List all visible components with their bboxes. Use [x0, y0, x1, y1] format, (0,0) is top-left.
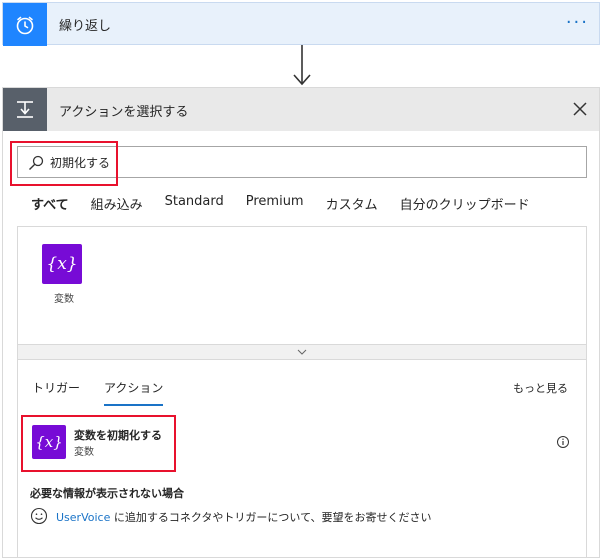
result-type-tabs: トリガー アクション [32, 379, 187, 406]
see-more-link[interactable]: もっと見る [513, 380, 568, 396]
search-icon [29, 155, 44, 170]
tab-standard[interactable]: Standard [165, 194, 224, 216]
help-text-body: に追加するコネクタやトリガーについて、要望をお寄せください [110, 511, 432, 524]
connector-variable[interactable]: {x} 変数 [42, 244, 86, 305]
collapse-toggle[interactable] [17, 344, 587, 360]
trigger-card[interactable]: 繰り返し ··· [2, 2, 600, 46]
info-icon[interactable] [556, 435, 570, 449]
tab-premium[interactable]: Premium [246, 194, 304, 216]
search-input[interactable] [50, 152, 570, 172]
smiley-icon [30, 507, 48, 525]
trigger-title: 繰り返し [59, 19, 112, 34]
tab-my-clipboard[interactable]: 自分のクリップボード [400, 194, 530, 216]
down-arrow-icon [292, 45, 312, 87]
variable-icon: {x} [42, 244, 82, 284]
tab-custom[interactable]: カスタム [326, 194, 378, 216]
connector-label: 変数 [54, 294, 74, 305]
search-box [17, 146, 587, 178]
variable-icon: {x} [32, 425, 66, 459]
results-panel: トリガー アクション もっと見る {x} 変数を初期化する 変数 必要な情報が表… [17, 360, 587, 558]
close-icon [573, 102, 587, 116]
more-options-button[interactable]: ··· [566, 12, 589, 33]
help-text: UserVoice に追加するコネクタやトリガーについて、要望をお寄せください [56, 509, 432, 525]
category-tabs: すべて 組み込み Standard Premium カスタム 自分のクリップボー… [31, 194, 552, 216]
alarm-clock-icon [3, 3, 47, 46]
chevron-down-icon [297, 349, 307, 355]
action-picker-header: アクションを選択する [3, 88, 599, 131]
result-action-item[interactable]: {x} 変数を初期化する 変数 [30, 425, 570, 461]
uservoice-link[interactable]: UserVoice [56, 511, 110, 524]
subtab-triggers[interactable]: トリガー [32, 379, 80, 406]
help-title: 必要な情報が表示されない場合 [30, 487, 184, 500]
action-step-icon [3, 88, 47, 131]
close-button[interactable] [569, 98, 591, 120]
action-picker-title: アクションを選択する [59, 105, 189, 120]
result-action-subtitle: 変数 [74, 447, 94, 458]
subtab-actions[interactable]: アクション [104, 379, 164, 406]
result-action-title: 変数を初期化する [74, 429, 162, 442]
tab-builtin[interactable]: 組み込み [91, 194, 143, 216]
action-picker-card: アクションを選択する すべて 組み込み Standard Premium カスタ… [2, 87, 600, 558]
tab-all[interactable]: すべて [31, 194, 69, 216]
